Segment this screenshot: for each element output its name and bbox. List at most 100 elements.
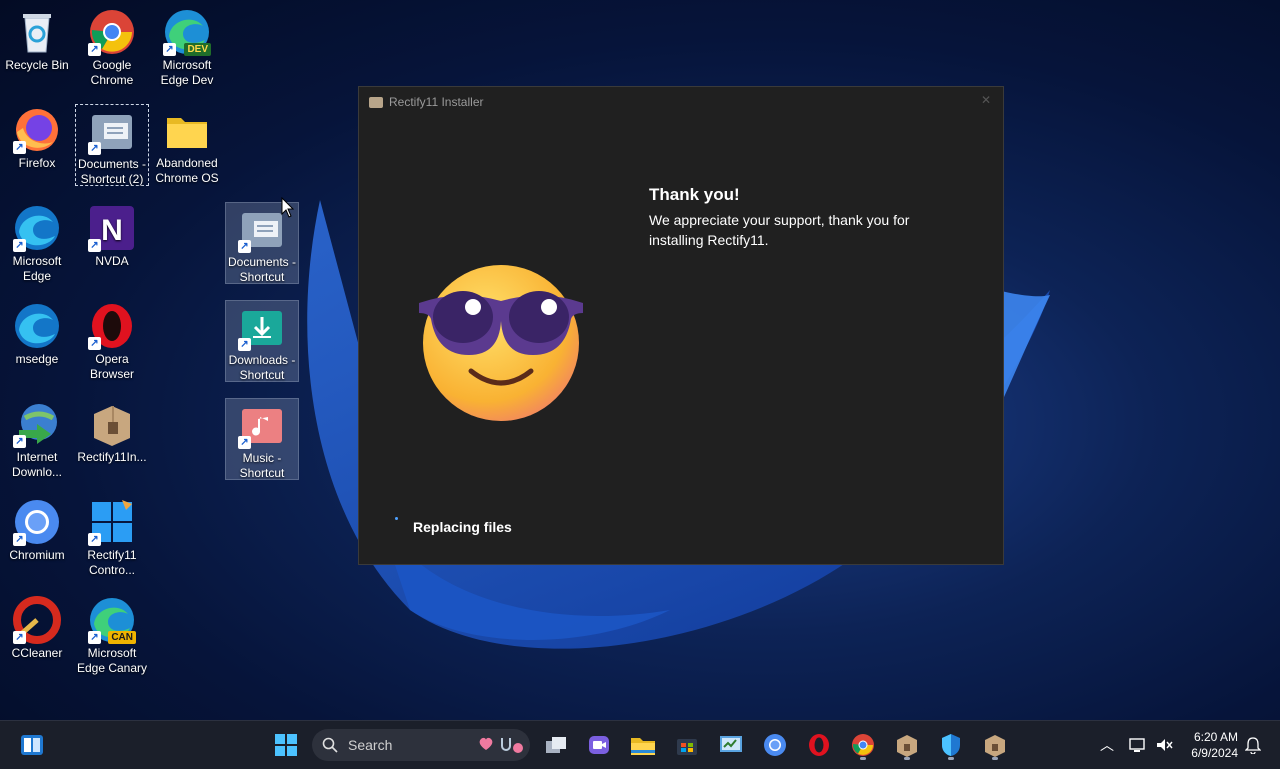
nvda-icon: N ↗ [88, 204, 136, 252]
package-box-icon [897, 735, 917, 757]
network-icon [1129, 738, 1145, 752]
show-hidden-icons-button[interactable]: ︿ [1092, 729, 1122, 761]
shortcut-arrow-icon: ↗ [13, 239, 26, 252]
opera-icon [809, 734, 829, 756]
desktop-icon-downloads-shortcut[interactable]: ↗ Downloads - Shortcut [225, 300, 299, 382]
installer-window: Rectify11 Installer ✕ Thank you! We appr… [358, 86, 1004, 565]
chromium-icon [764, 734, 786, 756]
windows-start-icon [275, 734, 297, 756]
desktop-icon-chromium[interactable]: ↗ Chromium [0, 496, 74, 578]
taskbar-search-box[interactable]: Search [312, 729, 530, 761]
taskbar-opera[interactable] [803, 729, 835, 761]
desktop-icon-label: Google Chrome [90, 58, 134, 87]
file-explorer-icon [631, 738, 655, 755]
music-folder-icon: ↗ [238, 401, 286, 449]
desktop-icon-edge-dev[interactable]: ↗ DEV Microsoft Edge Dev [150, 6, 224, 88]
taskbar-chromium[interactable] [759, 729, 791, 761]
desktop-icon-label: Microsoft Edge Canary [76, 646, 148, 675]
chrome-icon [852, 734, 874, 756]
taskbar-meet-button[interactable] [583, 729, 615, 761]
taskbar-rectify11-installer-2[interactable] [979, 729, 1011, 761]
desktop-icon-edge-canary[interactable]: ↗ CAN Microsoft Edge Canary [75, 594, 149, 676]
desktop-icon-label: Opera Browser [89, 352, 134, 381]
taskbar-clock[interactable]: 6:20 AM 6/9/2024 [1191, 729, 1238, 761]
volume-status-button[interactable] [1151, 729, 1177, 761]
desktop-icon-label: msedge [15, 352, 59, 366]
desktop-icon-abandoned-chrome-os[interactable]: Abandoned Chrome OS [150, 104, 224, 186]
clock-date: 6/9/2024 [1191, 746, 1238, 760]
thank-you-heading: Thank you! [649, 185, 740, 204]
recycle-bin-icon [13, 8, 61, 56]
volume-muted-icon [1157, 739, 1173, 751]
chromium-icon: ↗ [13, 498, 61, 546]
dev-badge: DEV [184, 43, 211, 56]
network-status-button[interactable] [1125, 729, 1151, 761]
desktop-icon-label: Documents - Shortcut [227, 255, 297, 284]
taskbar-windows-security[interactable] [935, 729, 967, 761]
desktop-icon-firefox[interactable]: ↗ Firefox [0, 104, 74, 186]
opera-icon: ↗ [88, 302, 136, 350]
documents-folder-icon: ↗ [88, 107, 136, 155]
desktop-icon-nvda[interactable]: N ↗ NVDA [75, 202, 149, 284]
ccleaner-icon: ↗ [13, 596, 61, 644]
bell-icon [1245, 737, 1261, 754]
firefox-icon: ↗ [13, 106, 61, 154]
internet-download-manager-icon: ↗ [13, 400, 61, 448]
taskbar-store[interactable] [671, 729, 703, 761]
edge-dev-icon: ↗ DEV [163, 8, 211, 56]
shortcut-arrow-icon: ↗ [238, 240, 251, 253]
start-button[interactable] [270, 729, 302, 761]
documents-folder-icon: ↗ [238, 205, 286, 253]
running-indicator [860, 757, 866, 760]
window-titlebar[interactable]: Rectify11 Installer [359, 87, 1003, 117]
desktop-icon-internet-download[interactable]: ↗ Internet Downlo... [0, 398, 74, 480]
desktop-icon-label: Recycle Bin [5, 58, 69, 72]
close-icon[interactable]: ✕ [981, 93, 991, 107]
package-box-icon [88, 400, 136, 448]
taskbar-rectify11-installer-1[interactable] [891, 729, 923, 761]
task-view-button[interactable] [540, 729, 572, 761]
desktop-icon-label: Chromium [9, 548, 65, 562]
desktop-icon-rectify11-installer[interactable]: Rectify11In... [75, 398, 149, 480]
taskbar-chrome[interactable] [847, 729, 879, 761]
shortcut-arrow-icon: ↗ [13, 141, 26, 154]
desktop-icon-label: NVDA [95, 254, 129, 268]
progress-spinner-icon [395, 517, 398, 520]
video-call-icon [589, 736, 609, 754]
search-highlight-icon [479, 737, 523, 753]
windows-logo-icon: ↗ [88, 498, 136, 546]
running-indicator [992, 757, 998, 760]
shortcut-arrow-icon: ↗ [88, 43, 101, 56]
recycle-bin-icon-item[interactable]: Recycle Bin [0, 6, 74, 88]
notifications-button[interactable] [1240, 729, 1266, 761]
control-panel-icon [720, 736, 742, 752]
desktop-icon-documents-shortcut-2[interactable]: ↗ Documents - Shortcut (2) [75, 104, 149, 186]
widgets-icon [21, 735, 43, 755]
search-label: Search [348, 737, 393, 753]
edge-canary-icon: ↗ CAN [88, 596, 136, 644]
desktop-icon-label: Downloads - Shortcut [228, 353, 296, 382]
desktop-icon-chrome[interactable]: ↗ Google Chrome [75, 6, 149, 88]
desktop-icon-label: Internet Downlo... [11, 450, 63, 479]
desktop-icon-label: Rectify11 Contro... [87, 548, 137, 577]
widgets-button[interactable] [16, 729, 48, 761]
shortcut-arrow-icon: ↗ [13, 533, 26, 546]
desktop-icon-ccleaner[interactable]: ↗ CCleaner [0, 594, 74, 676]
svg-text:N: N [101, 214, 123, 247]
chevron-up-icon: ︿ [1100, 737, 1114, 753]
shortcut-arrow-icon: ↗ [88, 631, 101, 644]
desktop-icon-opera[interactable]: ↗ Opera Browser [75, 300, 149, 382]
desktop-icon-msedge[interactable]: msedge [0, 300, 74, 382]
shortcut-arrow-icon: ↗ [13, 435, 26, 448]
desktop-icon-rectify11-control[interactable]: ↗ Rectify11 Contro... [75, 496, 149, 578]
taskbar-control-panel[interactable] [715, 729, 747, 761]
downloads-folder-icon: ↗ [238, 303, 286, 351]
taskbar-file-explorer[interactable] [627, 729, 659, 761]
desktop-icon-label: Microsoft Edge Dev [160, 58, 214, 87]
package-box-icon [369, 96, 383, 108]
install-status-text: Replacing files [413, 519, 512, 535]
running-indicator [904, 757, 910, 760]
desktop-icon-music-shortcut[interactable]: ↗ Music - Shortcut [225, 398, 299, 480]
desktop-icon-label: Music - Shortcut [239, 451, 285, 480]
desktop-icon-microsoft-edge[interactable]: ↗ Microsoft Edge [0, 202, 74, 284]
